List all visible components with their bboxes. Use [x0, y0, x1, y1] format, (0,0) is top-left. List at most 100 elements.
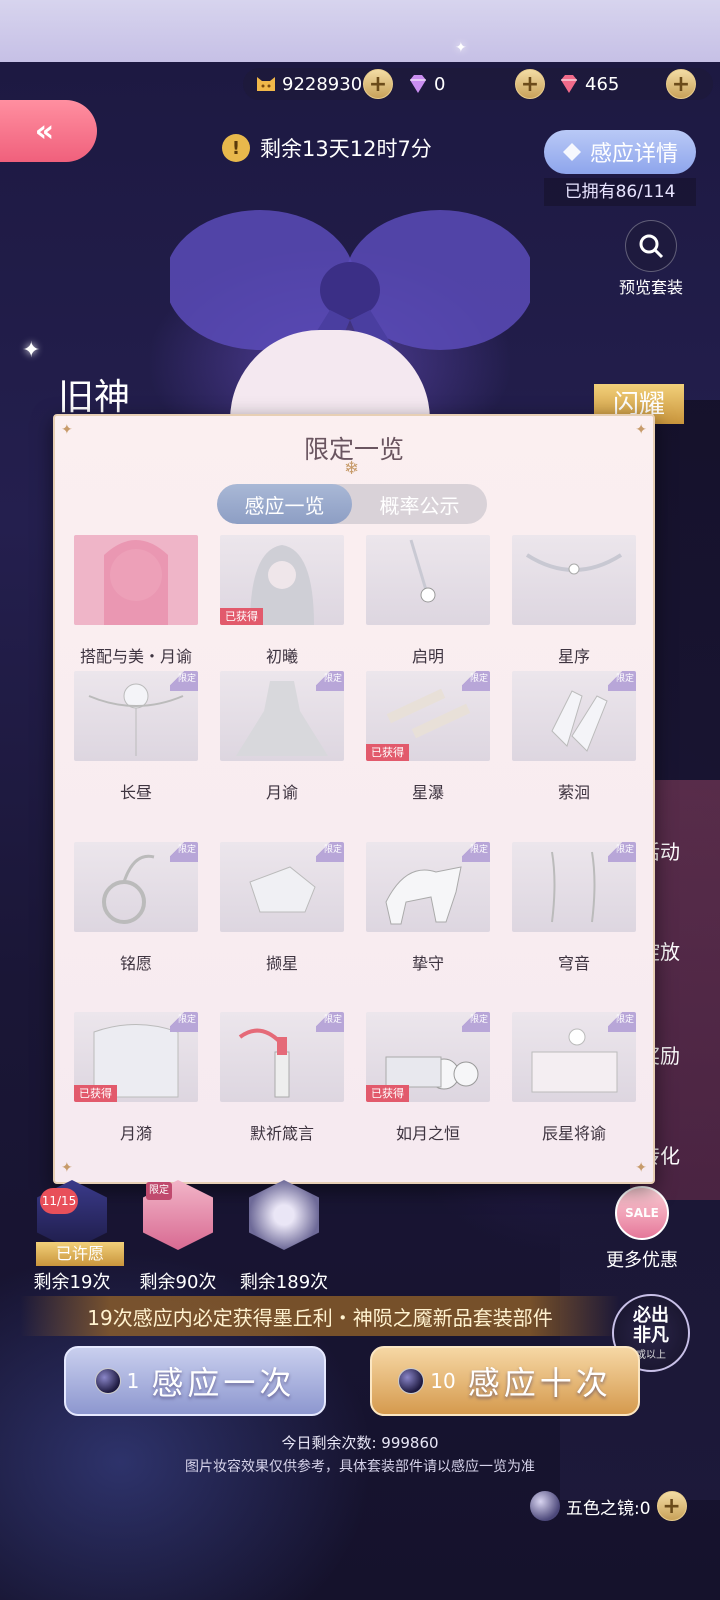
portrait-icon	[74, 535, 198, 625]
item-card[interactable]: 限定 已获得 月漪	[74, 1012, 198, 1144]
obtained-badge: 已获得	[366, 744, 409, 761]
badge-line2: 非凡	[633, 1324, 669, 1346]
item-card[interactable]: 启明	[366, 535, 490, 667]
item-thumbnail: 限定	[512, 1012, 636, 1102]
tab-induction-list[interactable]: 感应一览	[217, 484, 352, 524]
item-name: 如月之恒	[395, 1124, 460, 1143]
wish-item[interactable]: 剩余189次	[234, 1180, 334, 1294]
item-thumbnail: 限定	[512, 671, 636, 761]
item-card[interactable]: 星序	[512, 535, 636, 667]
item-thumbnail	[74, 535, 198, 625]
wish-accessory-icon	[249, 1180, 319, 1250]
item-thumbnail: 限定已获得	[366, 1012, 490, 1102]
wish-progress-badge: 11/15	[40, 1188, 78, 1214]
add-coins-button[interactable]: +	[363, 69, 393, 99]
detail-button-label: 感应详情	[589, 142, 678, 167]
item-card[interactable]: 限定 挚守	[366, 842, 490, 974]
modal-tabs: 感应一览 概率公示	[217, 484, 487, 524]
diamond-icon	[410, 75, 426, 93]
item-thumbnail	[366, 535, 490, 625]
banner-fragment-left: 旧神	[58, 377, 131, 418]
item-card[interactable]: 限定 长昼	[74, 671, 198, 803]
item-name: 初曦	[265, 647, 298, 666]
item-card[interactable]: 搭配与美・月谕	[74, 535, 198, 667]
item-thumbnail: 限定	[220, 671, 344, 761]
obtained-badge: 已获得	[366, 1085, 409, 1102]
tab-probability[interactable]: 概率公示	[352, 484, 487, 524]
item-thumbnail: 限定	[74, 671, 198, 761]
item-thumbnail: 限定 已获得	[366, 671, 490, 761]
countdown-text: 剩余13天12时7分	[260, 137, 432, 161]
diamond-outline-icon	[562, 143, 581, 161]
add-mirror-button[interactable]: +	[656, 1491, 687, 1521]
item-name: 萦洄	[557, 783, 590, 802]
draw-cost: 1	[94, 1368, 140, 1394]
limited-tag: 限定	[170, 842, 198, 862]
back-button[interactable]: «	[0, 100, 97, 162]
item-card[interactable]: 限定 铭愿	[74, 842, 198, 974]
item-card[interactable]: 限定穹音	[512, 842, 636, 974]
coin-value: 9228930	[282, 73, 363, 95]
limited-tag: 限定	[146, 1182, 172, 1200]
add-diamonds-button[interactable]: +	[515, 69, 545, 99]
draw-ten-button[interactable]: 10 感应十次	[370, 1346, 640, 1416]
guarantee-banner: 19次感应内必定获得墨丘利・神陨之魇新品套装部件	[20, 1296, 620, 1336]
draw-cost: 10	[398, 1368, 456, 1394]
item-card[interactable]: 限定已获得如月之恒	[366, 1012, 490, 1144]
wish-remain: 剩余189次	[239, 1272, 329, 1293]
five-color-mirror: 五色之镜:0 +	[530, 1490, 687, 1522]
draw-ten-label: 感应十次	[467, 1364, 612, 1402]
draw-once-cost: 1	[126, 1369, 140, 1393]
search-icon	[625, 220, 677, 272]
item-card[interactable]: 限定 已获得 星瀑	[366, 671, 490, 803]
pink-gem-icon	[561, 75, 577, 93]
limited-tag: 限定	[316, 842, 344, 862]
item-name: 星序	[557, 647, 590, 666]
item-name: 挚守	[411, 954, 444, 973]
event-countdown: ! 剩余13天12时7分	[222, 128, 432, 168]
item-card[interactable]: 限定 撷星	[220, 842, 344, 974]
diamond-value: 0	[434, 73, 446, 95]
wish-remain: 剩余90次	[139, 1272, 217, 1293]
item-card[interactable]: 限定 默祈箴言	[220, 1012, 344, 1144]
corner-ornament-icon: ✦	[635, 1160, 647, 1176]
detail-button[interactable]: 感应详情	[544, 130, 696, 174]
item-thumbnail: 已获得	[220, 535, 344, 625]
item-card[interactable]: 已获得 初曦	[220, 535, 344, 667]
preview-outfit-button[interactable]: 预览套装	[612, 220, 690, 297]
sparkle-icon: ✦	[455, 40, 467, 56]
draw-once-button[interactable]: 1 感应一次	[64, 1346, 326, 1416]
owned-count: 已拥有86/114	[544, 178, 696, 206]
coin-counter: 9228930	[254, 70, 362, 98]
item-card[interactable]: 限定萦洄	[512, 671, 636, 803]
limited-tag: 限定	[462, 1012, 490, 1032]
limited-tag: 限定	[316, 671, 344, 691]
add-crystals-button[interactable]: +	[666, 69, 696, 99]
sparkle-icon: ✦	[22, 338, 41, 363]
crystal-counter: 465	[557, 70, 619, 98]
item-name: 穹音	[557, 954, 590, 973]
wish-row: 11/15 已许愿 剩余19次 限定 剩余90次 剩余189次	[0, 1180, 720, 1293]
earring-icon	[409, 539, 436, 603]
draw-ten-cost: 10	[430, 1369, 456, 1393]
wish-orb-icon	[398, 1368, 425, 1394]
limited-tag: 限定	[608, 842, 636, 862]
limited-tag: 限定	[608, 1012, 636, 1032]
item-name: 辰星将谕	[541, 1124, 606, 1143]
wish-remain: 剩余19次	[33, 1272, 111, 1293]
diamond-counter: 0	[406, 70, 445, 98]
wish-item[interactable]: 限定 剩余90次	[128, 1180, 228, 1294]
item-thumbnail	[512, 535, 636, 625]
limited-tag: 限定	[608, 671, 636, 691]
disclaimer-text: 图片妆容效果仅供参考，具体套装部件请以感应一览为准	[185, 1459, 535, 1475]
crystal-value: 465	[585, 73, 620, 95]
item-name: 星瀑	[411, 783, 444, 802]
item-name: 月谕	[265, 783, 298, 802]
wish-item[interactable]: 11/15 已许愿 剩余19次	[22, 1180, 124, 1294]
badge-line3: 或以上	[636, 1349, 666, 1361]
item-card[interactable]: 限定辰星将谕	[512, 1012, 636, 1144]
item-thumbnail: 限定	[220, 842, 344, 932]
item-name: 启明	[411, 647, 444, 666]
item-card[interactable]: 限定月谕	[220, 671, 344, 803]
mirror-count: 五色之镜:0	[566, 1498, 651, 1519]
